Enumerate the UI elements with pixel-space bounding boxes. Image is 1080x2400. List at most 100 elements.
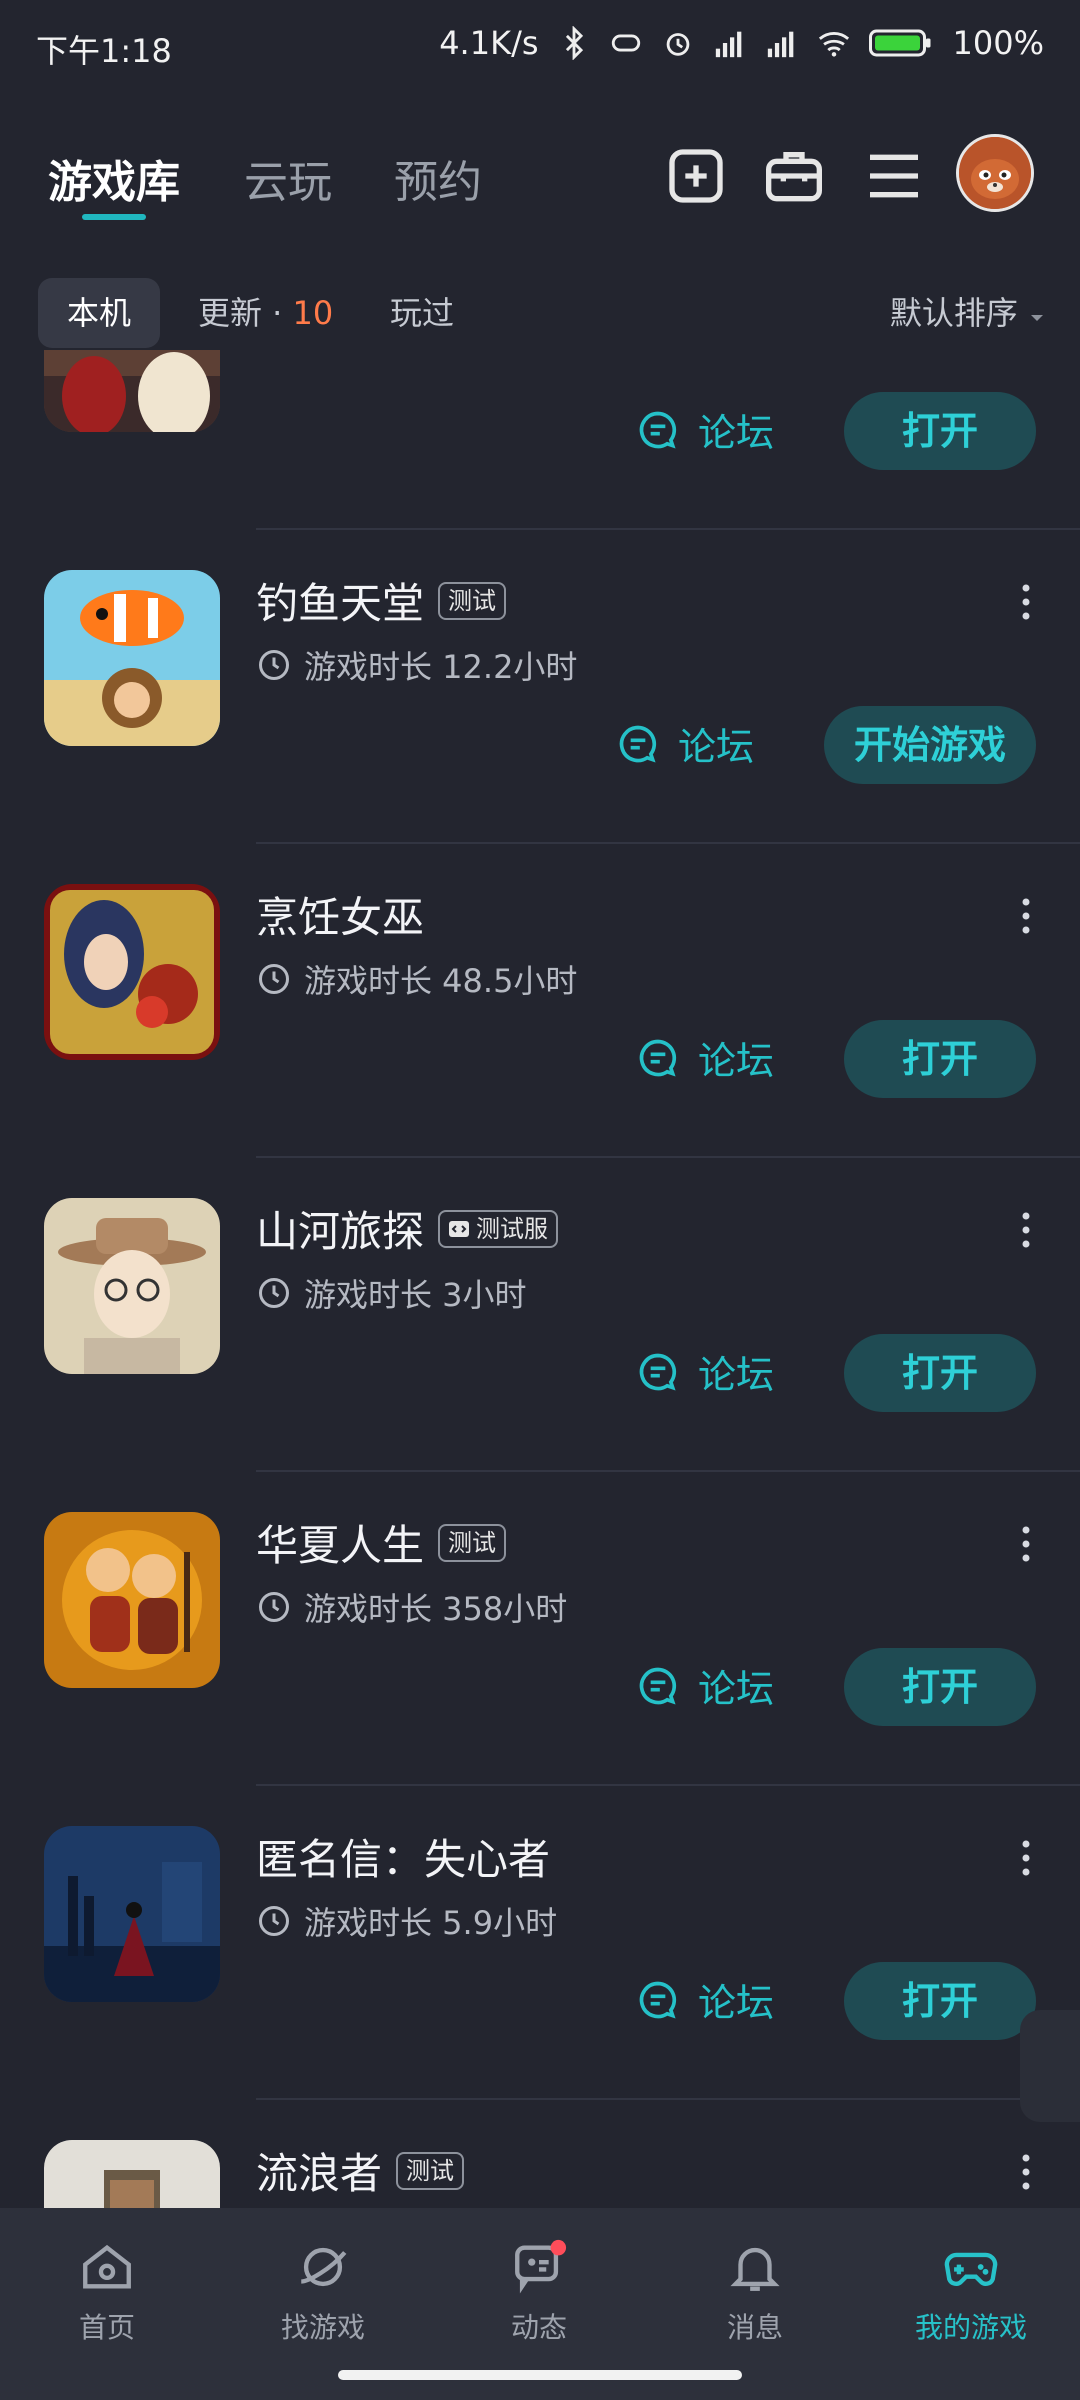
avatar[interactable]: [956, 134, 1034, 212]
fishing-paradise-icon: [44, 570, 220, 746]
forum-link[interactable]: 论坛: [636, 1030, 774, 1085]
battery-icon: [868, 29, 931, 57]
filter-update-label: 更新 ·: [198, 294, 293, 332]
add-icon[interactable]: [664, 144, 728, 208]
forum-icon: [639, 1981, 677, 2018]
forum-icon: [639, 411, 677, 448]
open-game-button[interactable]: 打开: [844, 1962, 1036, 2040]
escape-room-icon: [44, 1826, 220, 2002]
nav-messages-label: 消息: [726, 2311, 783, 2344]
playtime: 游戏时长 5.9小时: [256, 1898, 557, 1944]
nav-my-games-label: 我的游戏: [914, 2311, 1027, 2344]
tab-reservation[interactable]: 预约: [394, 146, 482, 210]
top-header: 游戏库 云玩 预约: [0, 120, 1080, 240]
game-title-row: 钓鱼天堂 测试: [256, 570, 507, 631]
planet-icon: [300, 2247, 347, 2287]
game-icon[interactable]: [44, 1198, 220, 1374]
game-item: 烹饪女巫 游戏时长 48.5小时 论坛 打开: [0, 844, 1080, 1158]
more-options-icon[interactable]: [1016, 582, 1036, 622]
update-count: 10: [292, 294, 334, 332]
open-game-button[interactable]: 打开: [844, 1648, 1036, 1726]
test-badge: 测试: [438, 581, 507, 620]
game-title-row: 匿名信：失心者: [256, 1826, 550, 1887]
status-right: 4.1K/s 100%: [439, 24, 1044, 62]
nav-messages[interactable]: 消息: [680, 2238, 830, 2346]
nav-activity[interactable]: 动态: [464, 2238, 614, 2346]
tab-cloud-play[interactable]: 云玩: [244, 146, 332, 210]
game-item: 华夏人生 测试 游戏时长 358小时 论坛 打开: [0, 1472, 1080, 1786]
status-time: 下午1:18: [36, 32, 172, 70]
more-options-icon[interactable]: [1016, 1838, 1036, 1878]
game-icon[interactable]: [44, 1826, 220, 2002]
toolbox-icon[interactable]: [762, 144, 826, 208]
red-panda-avatar-icon: [959, 137, 1031, 209]
floating-side-handle[interactable]: [1020, 2010, 1080, 2122]
huaxia-life-icon: [44, 1512, 220, 1688]
game-icon[interactable]: [44, 570, 220, 746]
caret-down-icon: [1031, 315, 1043, 321]
wifi-icon: [818, 32, 849, 57]
more-options-icon[interactable]: [1016, 2152, 1036, 2192]
forum-label: 论坛: [698, 411, 775, 455]
game-title-row: 山河旅探 测试服: [256, 1198, 559, 1259]
game-list: 论坛 打开 钓鱼天堂 测试 游戏时长 12.2小时 论坛 开始游戏 烹饪女巫 游…: [0, 350, 1080, 2210]
menu-icon[interactable]: [862, 144, 926, 208]
forum-label: 论坛: [698, 1039, 775, 1083]
forum-label: 论坛: [698, 1981, 775, 2025]
forum-icon: [639, 1039, 677, 1076]
playtime: 游戏时长 12.2小时: [256, 642, 577, 688]
forum-link[interactable]: 论坛: [636, 1972, 774, 2027]
sort-dropdown[interactable]: 默认排序: [890, 278, 1046, 348]
game-item: 匿名信：失心者 游戏时长 5.9小时 论坛 打开: [0, 1786, 1080, 2100]
open-game-button[interactable]: 打开: [844, 1334, 1036, 1412]
forum-icon: [639, 1353, 677, 1390]
nav-find-games[interactable]: 找游戏: [248, 2238, 398, 2346]
game-icon[interactable]: [44, 884, 220, 1060]
game-item: 流浪者 测试: [0, 2100, 1080, 2210]
game-icon[interactable]: [44, 350, 220, 432]
game-title: 匿名信：失心者: [256, 1835, 551, 1884]
test-badge: 测试: [438, 1523, 507, 1562]
game-icon[interactable]: [44, 2140, 220, 2210]
tab-game-library[interactable]: 游戏库: [48, 146, 180, 210]
playtime-label: 游戏时长 5.9小时: [304, 1904, 558, 1942]
game-title-row: 华夏人生 测试: [256, 1512, 507, 1573]
game-item: 山河旅探 测试服 游戏时长 3小时 论坛 打开: [0, 1158, 1080, 1472]
home-icon: [83, 2244, 131, 2289]
forum-link[interactable]: 论坛: [616, 716, 754, 771]
open-game-button[interactable]: 打开: [844, 1020, 1036, 1098]
vibrate-icon: [611, 34, 640, 52]
forum-link[interactable]: 论坛: [636, 402, 774, 457]
open-game-button[interactable]: 打开: [844, 392, 1036, 470]
game-item: 论坛 打开: [0, 350, 1080, 530]
nav-my-games[interactable]: 我的游戏: [896, 2238, 1046, 2346]
game-icon[interactable]: [44, 1512, 220, 1688]
filter-local[interactable]: 本机: [38, 278, 160, 348]
start-game-button[interactable]: 开始游戏: [824, 706, 1036, 784]
clock-icon: [259, 1906, 289, 1936]
forum-link[interactable]: 论坛: [636, 1344, 774, 1399]
forum-label: 论坛: [678, 725, 755, 769]
nav-home-label: 首页: [78, 2311, 135, 2344]
bluetooth-icon: [565, 26, 583, 60]
more-options-icon[interactable]: [1016, 1210, 1036, 1250]
clock-icon: [259, 1278, 289, 1308]
nav-activity-label: 动态: [510, 2311, 567, 2344]
forum-icon: [619, 725, 657, 762]
nav-home[interactable]: 首页: [32, 2238, 182, 2346]
filter-row: 本机 更新 · 10 玩过 默认排序: [0, 268, 1080, 358]
nav-find-games-label: 找游戏: [280, 2311, 365, 2344]
forum-label: 论坛: [698, 1353, 775, 1397]
filter-played[interactable]: 玩过: [390, 278, 454, 348]
forum-link[interactable]: 论坛: [636, 1658, 774, 1713]
bell-icon: [730, 2247, 780, 2291]
more-options-icon[interactable]: [1016, 896, 1036, 936]
clock-icon: [259, 1592, 289, 1622]
alarm-icon: [666, 33, 689, 56]
filter-update[interactable]: 更新 · 10: [198, 278, 333, 348]
more-options-icon[interactable]: [1016, 1524, 1036, 1564]
battery-level: 100%: [952, 24, 1044, 62]
sort-label: 默认排序: [889, 294, 1018, 332]
home-indicator[interactable]: [338, 2370, 742, 2380]
playtime: 游戏时长 3小时: [256, 1270, 527, 1316]
